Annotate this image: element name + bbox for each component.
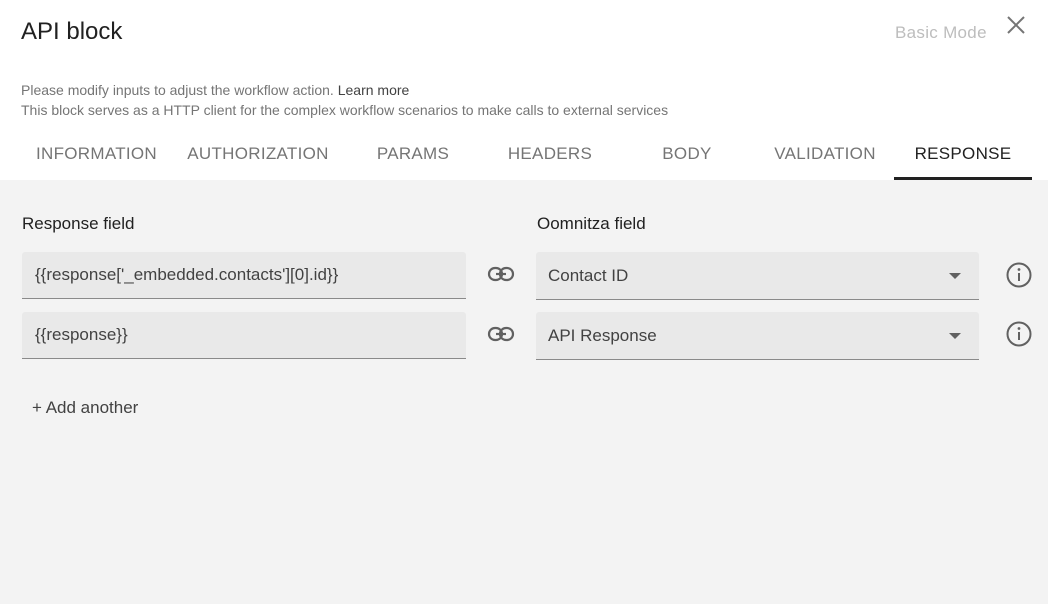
tab-headers[interactable]: HEADERS [487,128,613,180]
tab-bar: INFORMATION AUTHORIZATION PARAMS HEADERS… [0,128,1048,180]
oomnitza-field-select[interactable]: Contact ID [536,252,979,300]
oomnitza-field-value: Contact ID [548,265,629,285]
dropdown-arrow-icon [949,273,961,279]
dropdown-arrow-icon [949,333,961,339]
response-panel: Response field Oomnitza field {{response… [0,180,1048,604]
response-field-label: Response field [22,214,135,233]
add-another-button[interactable]: + Add another [32,398,138,418]
link-icon[interactable] [487,266,515,282]
link-icon[interactable] [487,326,515,342]
response-field-input[interactable]: {{response['_embedded.contacts'][0].id}} [22,252,466,299]
dialog-title: API block [21,18,123,45]
close-icon[interactable] [1005,14,1027,36]
description-line-1: Please modify inputs to adjust the workf… [21,82,409,98]
description-line-2: This block serves as a HTTP client for t… [21,102,669,118]
oomnitza-field-select[interactable]: API Response [536,312,979,360]
oomnitza-field-label: Oomnitza field [537,214,646,233]
info-icon[interactable] [1005,261,1033,289]
oomnitza-field-value: API Response [548,325,657,345]
tab-validation[interactable]: VALIDATION [758,128,892,180]
tab-body[interactable]: BODY [626,128,748,180]
description-text: Please modify inputs to adjust the workf… [21,82,334,98]
tab-response[interactable]: RESPONSE [894,128,1032,180]
response-field-input[interactable]: {{response}} [22,312,466,359]
info-icon[interactable] [1005,320,1033,348]
tab-authorization[interactable]: AUTHORIZATION [176,128,340,180]
learn-more-link[interactable]: Learn more [338,82,410,98]
basic-mode-toggle[interactable]: Basic Mode [895,23,987,43]
tab-information[interactable]: INFORMATION [20,128,173,180]
dialog-header: API block Basic Mode Please modify input… [0,0,1048,180]
tab-params[interactable]: PARAMS [352,128,474,180]
